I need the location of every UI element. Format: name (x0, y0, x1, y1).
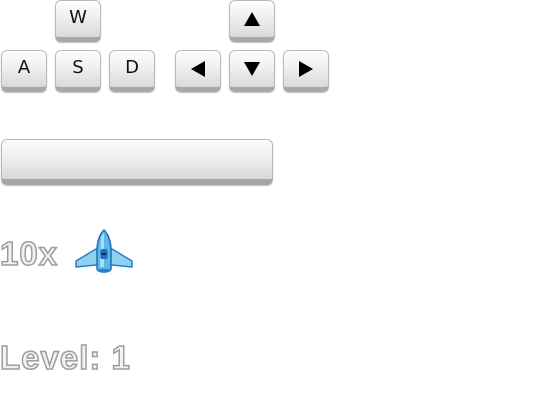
key-d-label: D (125, 57, 139, 78)
key-w-label: W (69, 7, 87, 28)
key-s-label: S (72, 57, 84, 78)
lives-count: 10x (0, 235, 59, 272)
key-arrow-left[interactable] (175, 50, 221, 92)
arrow-down-icon (244, 62, 260, 76)
arrow-up-icon (244, 12, 260, 26)
key-d[interactable]: D (109, 50, 155, 92)
level-indicator: Level: 1 (0, 339, 131, 376)
key-a[interactable]: A (1, 50, 47, 92)
key-arrow-up[interactable] (229, 0, 275, 42)
spaceship-icon (75, 228, 133, 273)
key-arrow-down[interactable] (229, 50, 275, 92)
key-a-label: A (17, 57, 31, 78)
key-arrow-right[interactable] (283, 50, 329, 92)
arrow-right-icon (299, 61, 313, 77)
spacebar-key[interactable] (1, 139, 273, 185)
arrow-left-icon (191, 61, 205, 77)
key-w[interactable]: W (55, 0, 101, 42)
key-s[interactable]: S (55, 50, 101, 92)
